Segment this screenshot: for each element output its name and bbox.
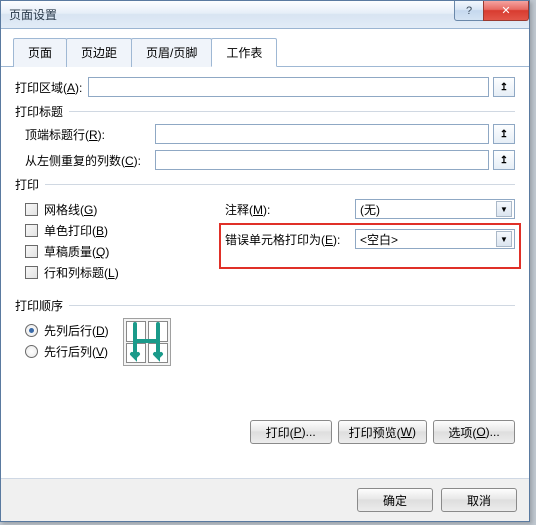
checkbox-icon xyxy=(25,224,38,237)
mono-checkbox[interactable]: 单色打印(B) xyxy=(25,222,225,239)
collapse-icon[interactable]: ↥ xyxy=(493,150,515,170)
options-button[interactable]: 选项(O)... xyxy=(433,420,515,444)
checkbox-icon xyxy=(25,245,38,258)
over-then-down-radio[interactable]: 先行后列(V) xyxy=(25,343,109,360)
tab-page[interactable]: 页面 xyxy=(13,38,67,67)
errors-dropdown[interactable]: <空白> ▼ xyxy=(355,229,515,249)
left-col-input[interactable] xyxy=(155,150,489,170)
top-row-row: 顶端标题行(R): ↥ xyxy=(25,124,515,144)
checkbox-icon xyxy=(25,203,38,216)
down-then-over-label: 先列后行(D) xyxy=(44,322,109,339)
print-area-row: 打印区域(A): ↥ xyxy=(15,77,515,97)
close-button[interactable]: ✕ xyxy=(483,1,529,21)
comments-value: (无) xyxy=(360,201,380,218)
over-then-down-label: 先行后列(V) xyxy=(44,343,108,360)
print-area-input[interactable] xyxy=(88,77,489,97)
titlebar[interactable]: 页面设置 ? ✕ xyxy=(1,1,529,29)
action-buttons: 打印(P)... 打印预览(W) 选项(O)... xyxy=(15,420,515,444)
gridlines-checkbox[interactable]: 网格线(G) xyxy=(25,201,225,218)
print-titles-group: 打印标题 xyxy=(15,103,515,120)
highlight-box: 错误单元格打印为(E): <空白> ▼ xyxy=(219,223,521,269)
top-row-input[interactable] xyxy=(155,124,489,144)
draft-label: 草稿质量(Q) xyxy=(44,243,109,260)
rowcol-label: 行和列标题(L) xyxy=(44,264,119,281)
tab-margins[interactable]: 页边距 xyxy=(66,38,132,67)
comments-label: 注释(M): xyxy=(225,201,355,218)
print-group: 打印 xyxy=(15,176,515,193)
gridlines-label: 网格线(G) xyxy=(44,201,97,218)
errors-label: 错误单元格打印为(E): xyxy=(225,231,355,248)
print-preview-button[interactable]: 打印预览(W) xyxy=(338,420,427,444)
page-order-icon xyxy=(123,318,171,366)
window-title: 页面设置 xyxy=(9,6,57,23)
comments-dropdown[interactable]: (无) ▼ xyxy=(355,199,515,219)
top-row-label: 顶端标题行(R): xyxy=(25,126,155,143)
checkbox-icon xyxy=(25,266,38,279)
tab-strip: 页面 页边距 页眉/页脚 工作表 xyxy=(1,29,529,67)
chevron-down-icon: ▼ xyxy=(496,231,512,247)
tab-sheet[interactable]: 工作表 xyxy=(211,38,277,67)
page-setup-dialog: 页面设置 ? ✕ 页面 页边距 页眉/页脚 工作表 打印区域(A): ↥ 打印标… xyxy=(0,0,530,522)
mono-label: 单色打印(B) xyxy=(44,222,108,239)
help-button[interactable]: ? xyxy=(454,1,484,21)
tab-headerfooter[interactable]: 页眉/页脚 xyxy=(131,38,212,67)
radio-icon xyxy=(25,324,38,337)
comments-row: 注释(M): (无) ▼ xyxy=(225,199,515,219)
draft-checkbox[interactable]: 草稿质量(Q) xyxy=(25,243,225,260)
order-group: 打印顺序 xyxy=(15,297,515,314)
ok-button[interactable]: 确定 xyxy=(357,488,433,512)
collapse-icon[interactable]: ↥ xyxy=(493,124,515,144)
radio-icon xyxy=(25,345,38,358)
rowcol-checkbox[interactable]: 行和列标题(L) xyxy=(25,264,225,281)
dialog-body: 打印区域(A): ↥ 打印标题 顶端标题行(R): ↥ 从左侧重复的列数(C):… xyxy=(1,67,529,444)
dialog-footer: 确定 取消 xyxy=(1,478,529,521)
print-button[interactable]: 打印(P)... xyxy=(250,420,332,444)
left-col-row: 从左侧重复的列数(C): ↥ xyxy=(25,150,515,170)
down-then-over-radio[interactable]: 先列后行(D) xyxy=(25,322,109,339)
errors-value: <空白> xyxy=(360,231,398,248)
collapse-icon[interactable]: ↥ xyxy=(493,77,515,97)
cancel-button[interactable]: 取消 xyxy=(441,488,517,512)
chevron-down-icon: ▼ xyxy=(496,201,512,217)
print-area-label: 打印区域(A): xyxy=(15,79,82,96)
window-controls: ? ✕ xyxy=(454,1,529,21)
left-col-label: 从左侧重复的列数(C): xyxy=(25,152,155,169)
errors-row: 错误单元格打印为(E): <空白> ▼ xyxy=(225,229,515,249)
